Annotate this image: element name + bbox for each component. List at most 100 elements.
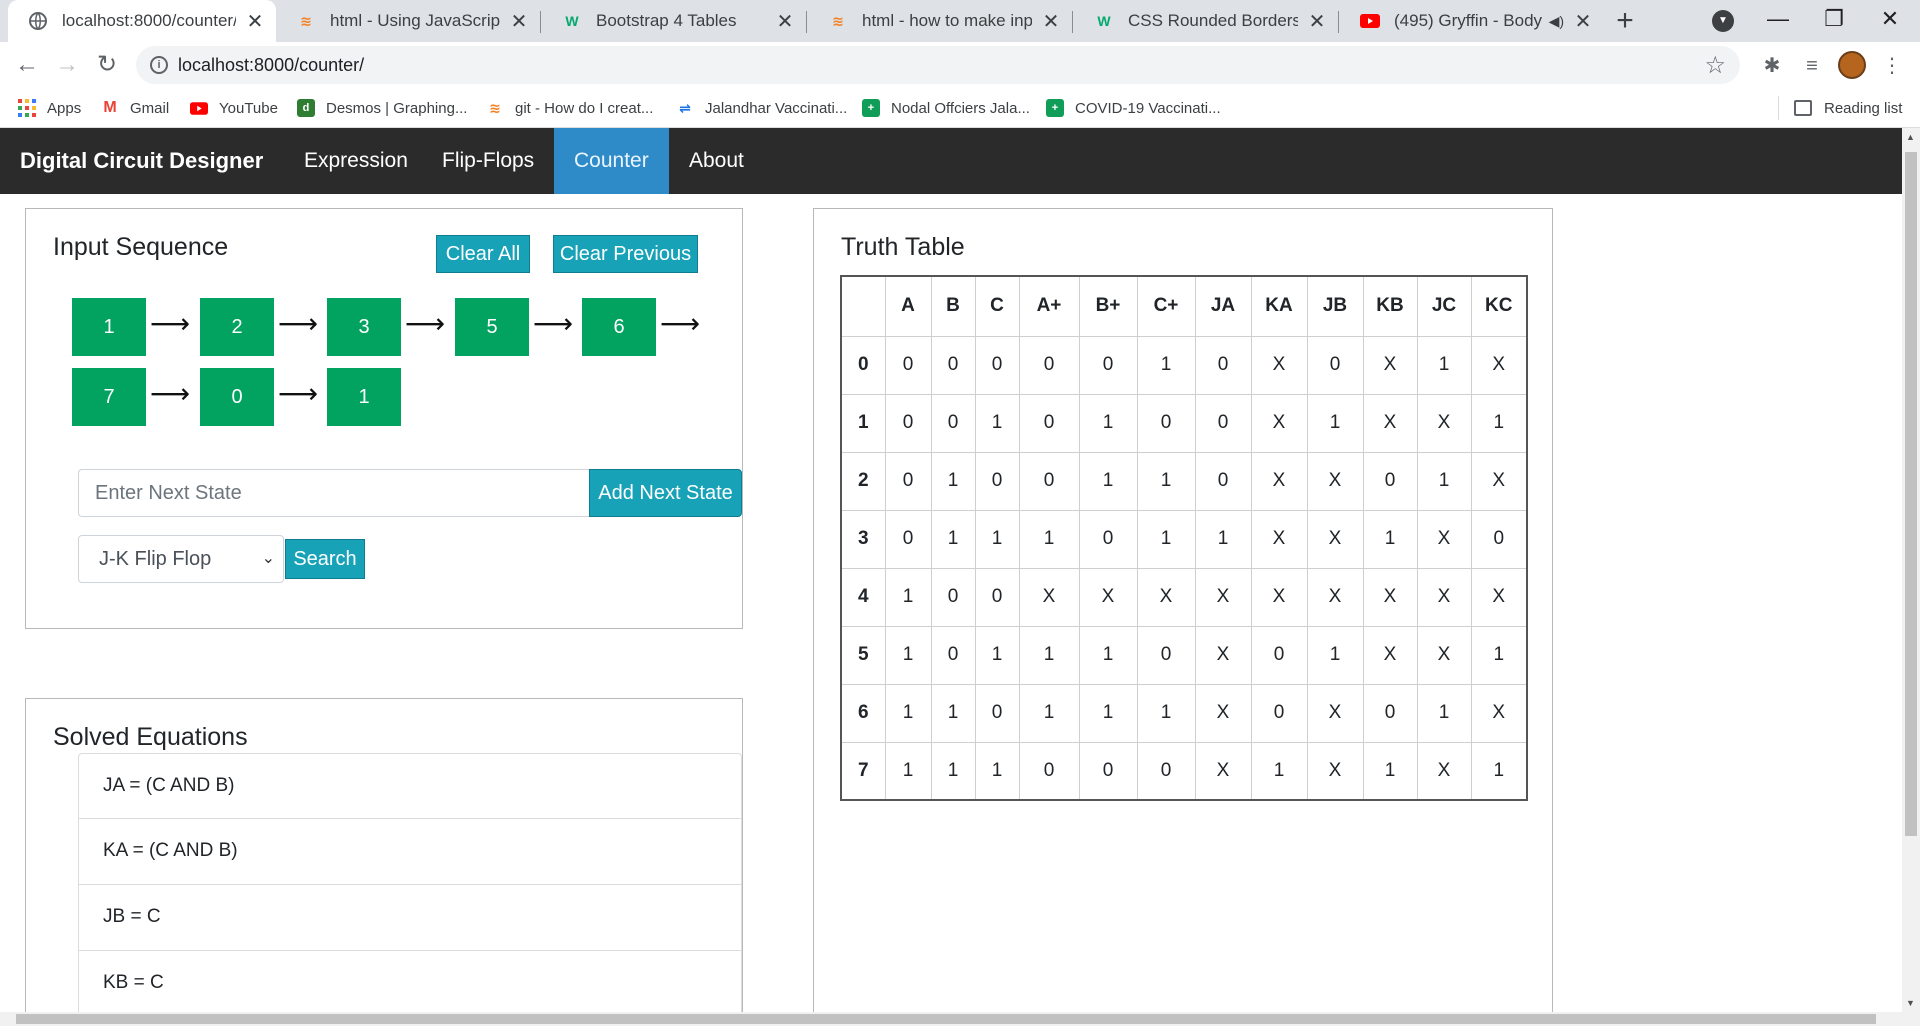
bookmark-youtube[interactable]: YouTube	[190, 88, 278, 128]
table-cell: 1	[1018, 509, 1080, 569]
minimize-button[interactable]: —	[1750, 0, 1806, 42]
horizontal-scrollbar[interactable]	[0, 1012, 1920, 1026]
tab-search-icon[interactable]: ▼	[1712, 10, 1734, 32]
forward-icon[interactable]: →	[52, 50, 82, 80]
clear-all-button[interactable]: Clear All	[436, 235, 530, 273]
stackoverflow-icon: ≋	[832, 12, 844, 29]
arrow-icon: ⟶	[278, 308, 319, 339]
close-icon[interactable]: ✕	[244, 9, 266, 34]
gmail-icon: M	[103, 99, 117, 116]
tab-input-question[interactable]: ≋ html - how to make input fi ✕	[808, 0, 1072, 42]
bookmark-git[interactable]: ≋ git - How do I creat...	[486, 88, 653, 128]
tab-youtube[interactable]: (495) Gryffin - Body Bac ◀) ✕	[1340, 0, 1604, 42]
back-icon[interactable]: ←	[12, 50, 42, 80]
table-cell: 1	[1136, 683, 1196, 743]
add-next-state-button[interactable]: Add Next State	[589, 469, 742, 517]
tab-js-question[interactable]: ≋ html - Using JavaScript to a ✕	[276, 0, 540, 42]
bookmark-star-icon[interactable]: ☆	[1704, 51, 1726, 80]
table-cell: X	[1416, 393, 1472, 453]
table-cell: X	[1306, 741, 1364, 801]
flipflop-select[interactable]: J-K Flip Flop ⌄	[78, 535, 284, 583]
nav-about[interactable]: About	[669, 128, 764, 194]
equation-item: JB = C	[78, 885, 742, 951]
table-cell: 0	[884, 451, 932, 511]
close-icon[interactable]: ✕	[1306, 9, 1328, 34]
next-state-input[interactable]: Enter Next State	[78, 469, 590, 517]
table-cell: 0	[974, 451, 1020, 511]
bookmark-nodal[interactable]: + Nodal Offciers Jala...	[862, 88, 1030, 128]
nav-flip-flops[interactable]: Flip-Flops	[422, 128, 554, 194]
table-cell: 1	[974, 509, 1020, 569]
browser-toolbar: ← → ↻ i localhost:8000/counter/ ☆ ✱ ≡ ⋮	[0, 42, 1920, 88]
table-cell: 1	[974, 625, 1020, 685]
info-icon[interactable]: i	[150, 56, 168, 74]
row-header: 2	[840, 451, 886, 511]
column-header: B+	[1078, 275, 1138, 337]
bookmark-desmos[interactable]: d Desmos | Graphing...	[297, 88, 467, 128]
row-header: 6	[840, 683, 886, 743]
close-icon[interactable]: ✕	[1572, 9, 1594, 34]
tab-localhost-counter[interactable]: localhost:8000/counter/ ✕	[8, 0, 276, 42]
bookmark-label: git - How do I creat...	[515, 99, 654, 117]
scroll-down-icon[interactable]: ▼	[1906, 998, 1915, 1008]
menu-dots-icon[interactable]: ⋮	[1878, 52, 1906, 80]
scrollbar-thumb[interactable]	[1905, 152, 1917, 836]
restore-button[interactable]: ❐	[1806, 0, 1862, 42]
address-bar[interactable]: i localhost:8000/counter/ ☆	[136, 46, 1740, 84]
tab-css-rounded[interactable]: W CSS Rounded Borders ✕	[1074, 0, 1338, 42]
bookmark-label: Apps	[47, 99, 82, 117]
table-cell: 1	[930, 741, 976, 801]
bookmark-gmail[interactable]: M Gmail	[101, 88, 169, 128]
truth-table-title: Truth Table	[841, 233, 965, 261]
nav-counter[interactable]: Counter	[554, 128, 669, 194]
close-icon[interactable]: ✕	[1040, 9, 1062, 34]
equation-item: JA = (C AND B)	[78, 753, 742, 819]
table-cell: X	[1416, 509, 1472, 569]
scroll-up-icon[interactable]: ▲	[1906, 132, 1915, 142]
media-control-icon[interactable]: ≡	[1798, 52, 1826, 80]
close-icon[interactable]: ✕	[774, 9, 796, 34]
bookmark-jalandhar[interactable]: ⇌ Jalandhar Vaccinati...	[676, 88, 847, 128]
table-row: 30111011XX1X0	[840, 509, 1528, 569]
close-icon[interactable]: ✕	[508, 9, 530, 34]
table-cell: 0	[1018, 335, 1080, 395]
navbar-brand[interactable]: Digital Circuit Designer	[20, 128, 263, 194]
reading-list-button[interactable]: Reading list	[1794, 88, 1902, 128]
table-cell: X	[1470, 335, 1528, 395]
table-cell: 0	[930, 625, 976, 685]
reload-icon[interactable]: ↻	[92, 50, 122, 80]
youtube-icon	[1360, 11, 1380, 31]
state-box: 6	[582, 298, 656, 356]
table-cell: 0	[1018, 393, 1080, 453]
table-cell: X	[1362, 393, 1418, 453]
speaker-icon[interactable]: ◀)	[1549, 13, 1564, 30]
new-tab-button[interactable]: +	[1608, 4, 1642, 38]
column-header: JB	[1306, 275, 1364, 337]
search-button[interactable]: Search	[285, 539, 365, 579]
close-window-button[interactable]: ✕	[1862, 0, 1918, 42]
clear-previous-button[interactable]: Clear Previous	[553, 235, 698, 273]
avatar[interactable]	[1838, 51, 1866, 79]
tab-bootstrap-tables[interactable]: W Bootstrap 4 Tables ✕	[542, 0, 806, 42]
equation-item: KA = (C AND B)	[78, 819, 742, 885]
w3schools-icon: W	[1097, 13, 1111, 29]
table-cell: 0	[884, 509, 932, 569]
tab-title: html - how to make input fi	[862, 11, 1032, 30]
table-cell: 0	[974, 683, 1020, 743]
table-cell: X	[1250, 335, 1308, 395]
table-cell: 1	[930, 683, 976, 743]
table-cell: X	[1018, 567, 1080, 627]
table-cell: 1	[1470, 741, 1528, 801]
nav-expression[interactable]: Expression	[284, 128, 428, 194]
scrollbar-thumb[interactable]	[16, 1014, 1876, 1024]
extensions-icon[interactable]: ✱	[1758, 52, 1786, 80]
bookmark-apps[interactable]: Apps	[18, 88, 81, 128]
table-cell: 1	[1250, 741, 1308, 801]
table-cell: 0	[884, 335, 932, 395]
bookmark-covid[interactable]: + COVID-19 Vaccinati...	[1046, 88, 1221, 128]
table-cell: 1	[1078, 451, 1138, 511]
vertical-scrollbar[interactable]: ▲ ▼	[1902, 128, 1920, 1012]
table-row: 5101110X01XX1	[840, 625, 1528, 685]
table-cell: X	[1250, 393, 1308, 453]
table-cell: X	[1306, 509, 1364, 569]
